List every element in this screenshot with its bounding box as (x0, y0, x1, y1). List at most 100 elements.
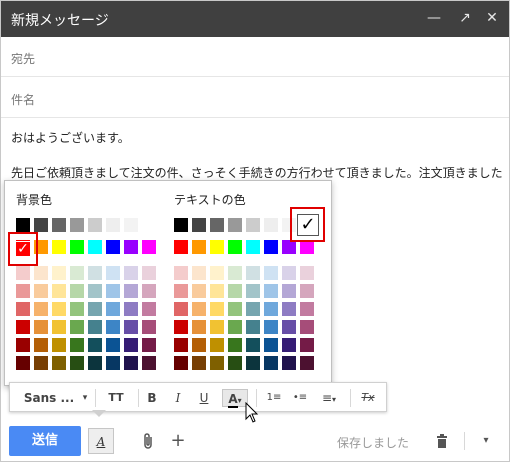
text-color-swatch[interactable] (299, 265, 315, 281)
background-color-swatch[interactable] (123, 355, 139, 371)
font-size-button[interactable]: TT (102, 389, 130, 407)
background-color-swatch[interactable] (33, 301, 49, 317)
text-color-swatch[interactable] (209, 239, 225, 255)
text-color-swatch[interactable] (227, 337, 243, 353)
background-color-swatch[interactable] (69, 239, 85, 255)
text-color-swatch[interactable] (263, 217, 279, 233)
background-color-swatch[interactable] (105, 355, 121, 371)
background-color-swatch[interactable] (51, 337, 67, 353)
underline-button[interactable]: U (196, 389, 212, 407)
subject-field[interactable]: 件名 (1, 78, 509, 118)
background-color-swatch[interactable] (15, 217, 31, 233)
text-color-swatch[interactable] (245, 337, 261, 353)
background-color-swatch[interactable] (123, 265, 139, 281)
text-color-swatch[interactable] (263, 355, 279, 371)
bulleted-list-button[interactable]: •≡ (290, 389, 310, 407)
background-color-swatch[interactable] (105, 319, 121, 335)
background-color-swatch[interactable] (141, 337, 157, 353)
text-color-swatch[interactable] (173, 283, 189, 299)
background-color-swatch[interactable] (15, 337, 31, 353)
text-color-swatch[interactable] (245, 301, 261, 317)
background-color-swatch[interactable] (69, 283, 85, 299)
background-color-swatch[interactable] (123, 337, 139, 353)
background-color-swatch[interactable] (33, 265, 49, 281)
text-color-swatch[interactable] (245, 265, 261, 281)
background-color-swatch[interactable] (87, 239, 103, 255)
background-color-swatch[interactable] (33, 355, 49, 371)
background-color-swatch[interactable] (123, 239, 139, 255)
background-color-swatch[interactable] (87, 319, 103, 335)
italic-button[interactable]: I (170, 389, 186, 407)
text-color-swatch[interactable] (191, 283, 207, 299)
text-color-swatch[interactable] (227, 265, 243, 281)
text-color-swatch[interactable] (245, 217, 261, 233)
background-color-swatch[interactable] (141, 355, 157, 371)
background-color-swatch[interactable] (87, 283, 103, 299)
background-color-swatch[interactable] (51, 301, 67, 317)
trash-icon[interactable] (432, 428, 452, 454)
text-color-swatch[interactable] (227, 239, 243, 255)
background-color-swatch[interactable] (141, 319, 157, 335)
background-color-swatch[interactable] (141, 239, 157, 255)
text-color-swatch[interactable] (245, 355, 261, 371)
background-color-swatch[interactable] (87, 301, 103, 317)
formatting-options-button[interactable]: A (88, 428, 114, 454)
text-color-swatch[interactable] (281, 301, 297, 317)
numbered-list-button[interactable]: 1≡ (264, 389, 284, 407)
text-color-swatch[interactable] (191, 301, 207, 317)
background-color-swatch[interactable] (51, 239, 67, 255)
text-color-swatch[interactable] (191, 319, 207, 335)
background-color-swatch[interactable] (105, 239, 121, 255)
text-color-swatch[interactable] (209, 337, 225, 353)
text-color-swatch[interactable] (281, 355, 297, 371)
background-color-swatch[interactable] (105, 301, 121, 317)
text-color-swatch[interactable] (299, 301, 315, 317)
text-color-swatch[interactable] (191, 337, 207, 353)
background-color-swatch[interactable] (33, 319, 49, 335)
text-color-swatch[interactable] (209, 319, 225, 335)
background-color-swatch[interactable] (69, 337, 85, 353)
background-color-swatch[interactable] (105, 217, 121, 233)
minimize-icon[interactable]: — (425, 9, 443, 27)
background-color-swatch[interactable] (15, 265, 31, 281)
background-color-swatch[interactable] (87, 337, 103, 353)
text-color-swatch[interactable] (263, 301, 279, 317)
body-line-1[interactable]: おはようございます。 (11, 129, 130, 146)
background-color-swatch[interactable] (141, 265, 157, 281)
background-color-swatch[interactable] (15, 283, 31, 299)
background-color-swatch[interactable] (69, 355, 85, 371)
text-color-swatch[interactable] (245, 239, 261, 255)
background-color-swatch[interactable] (33, 217, 49, 233)
text-color-swatch[interactable] (281, 283, 297, 299)
text-color-swatch[interactable] (263, 319, 279, 335)
more-options-icon[interactable]: + (168, 428, 188, 454)
background-color-swatch[interactable] (87, 217, 103, 233)
text-color-swatch[interactable] (245, 319, 261, 335)
text-color-swatch[interactable] (173, 319, 189, 335)
text-color-swatch[interactable] (281, 337, 297, 353)
background-color-swatch[interactable] (123, 283, 139, 299)
background-color-swatch[interactable] (141, 217, 157, 233)
text-color-swatch[interactable] (263, 337, 279, 353)
background-color-swatch[interactable] (123, 301, 139, 317)
background-color-swatch[interactable] (69, 301, 85, 317)
text-selected-check-icon[interactable]: ✓ (297, 214, 319, 236)
background-color-swatch[interactable] (69, 217, 85, 233)
text-color-swatch[interactable] (263, 239, 279, 255)
text-color-swatch[interactable] (209, 265, 225, 281)
text-color-swatch[interactable] (245, 283, 261, 299)
background-color-swatch[interactable] (15, 319, 31, 335)
text-color-swatch[interactable] (227, 217, 243, 233)
text-color-swatch[interactable] (191, 265, 207, 281)
text-color-swatch[interactable] (209, 355, 225, 371)
background-color-swatch[interactable] (15, 301, 31, 317)
background-color-swatch[interactable] (141, 301, 157, 317)
clear-format-button[interactable]: Tx (358, 389, 378, 407)
send-button[interactable]: 送信 (9, 426, 81, 456)
text-color-swatch[interactable] (299, 337, 315, 353)
text-color-swatch[interactable] (191, 239, 207, 255)
text-color-swatch[interactable] (263, 265, 279, 281)
text-color-swatch[interactable] (227, 355, 243, 371)
background-color-swatch[interactable] (33, 337, 49, 353)
to-field[interactable]: 宛先 (1, 37, 509, 77)
